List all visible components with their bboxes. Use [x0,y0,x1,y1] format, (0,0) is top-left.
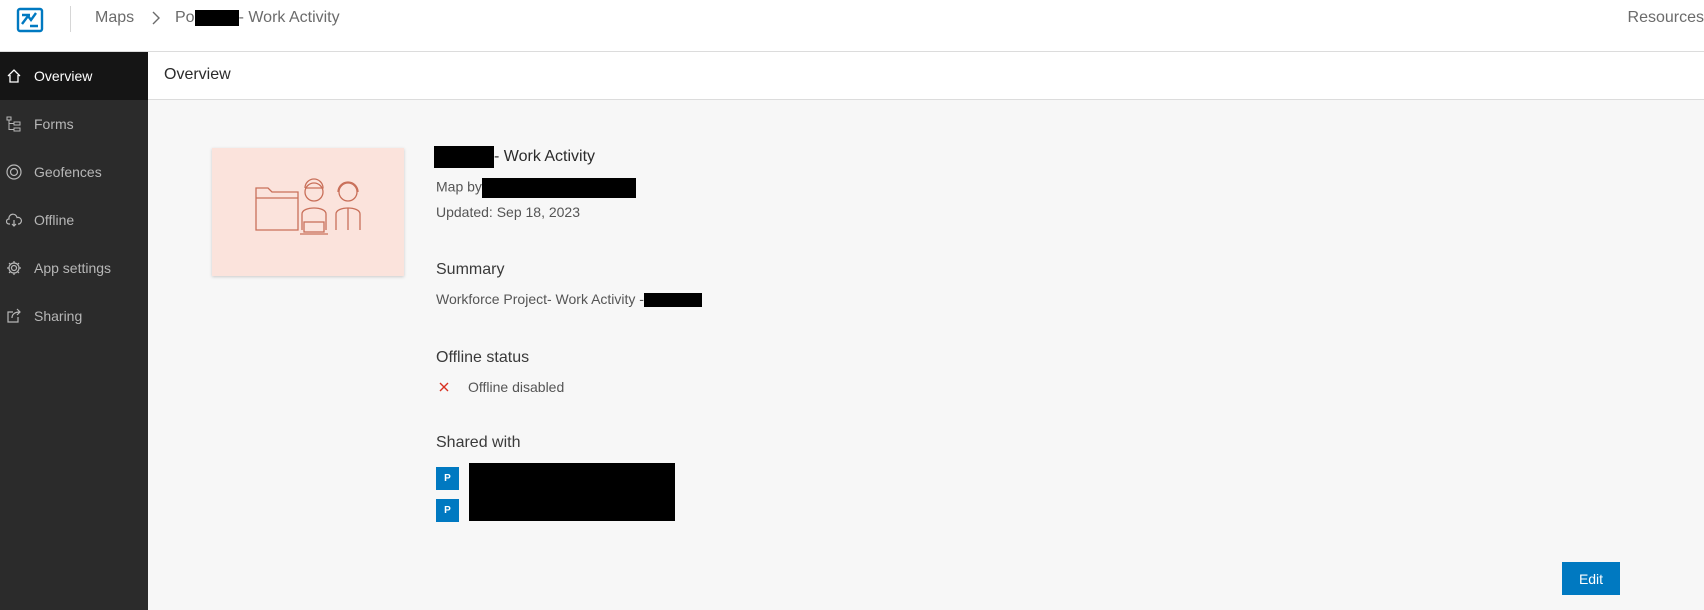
top-header: Maps Po - Work Activity Resources [0,0,1704,52]
forms-tree-icon [6,116,21,132]
geofence-icon [6,164,22,180]
sidebar-item-overview[interactable]: Overview [0,52,148,100]
item-title: - Work Activity [434,146,595,168]
sidebar: Overview Forms Geofences Offline App set… [0,52,148,610]
sidebar-item-sharing[interactable]: Sharing [0,292,148,340]
redaction-box [434,146,494,168]
workforce-illustration-icon [255,178,361,235]
breadcrumb-maps[interactable]: Maps [95,9,134,27]
sidebar-item-label: Geofences [34,164,102,180]
home-icon [7,69,21,83]
redaction-box [643,293,702,308]
cloud-download-icon [6,213,22,227]
app-logo-icon[interactable] [16,6,44,34]
resources-link[interactable]: Resources [1628,9,1704,27]
group-avatar: P [436,499,459,522]
share-icon [7,308,21,323]
summary-text-value: Workforce Project- Work Activity - [436,291,644,307]
sidebar-item-label: Forms [34,116,74,132]
breadcrumb-item-prefix: Po [175,9,195,26]
sidebar-item-app-settings[interactable]: App settings [0,244,148,292]
sidebar-item-label: Sharing [34,308,83,324]
redaction-box [481,178,636,198]
edit-button[interactable]: Edit [1562,562,1620,595]
main-header: Overview [148,52,1704,100]
group-avatar: P [436,467,459,490]
redaction-box [469,463,675,521]
updated-date: Updated: Sep 18, 2023 [436,204,581,220]
summary-heading: Summary [436,261,505,278]
chevron-right-icon [152,11,160,25]
gear-icon [7,261,21,275]
breadcrumb-current-item: Po - Work Activity [175,9,340,27]
breadcrumb-item-suffix: - Work Activity [238,9,340,26]
sidebar-item-offline[interactable]: Offline [0,196,148,244]
item-title-suffix: - Work Activity [494,148,596,166]
page-title: Overview [164,66,231,83]
sidebar-item-geofences[interactable]: Geofences [0,148,148,196]
sidebar-item-label: Overview [34,68,93,84]
offline-status-heading: Offline status [436,349,530,366]
header-divider [70,6,71,32]
map-by-label: Map by [436,178,482,195]
close-icon [439,382,449,392]
sidebar-item-label: App settings [34,260,112,276]
sidebar-item-label: Offline [34,212,75,228]
sidebar-item-forms[interactable]: Forms [0,100,148,148]
offline-status-text: Offline disabled [468,379,565,395]
map-thumbnail [212,148,404,276]
redaction-box [194,9,239,26]
shared-with-heading: Shared with [436,434,521,451]
summary-text: Workforce Project- Work Activity - [436,291,702,308]
map-owner: Map by [436,178,636,198]
